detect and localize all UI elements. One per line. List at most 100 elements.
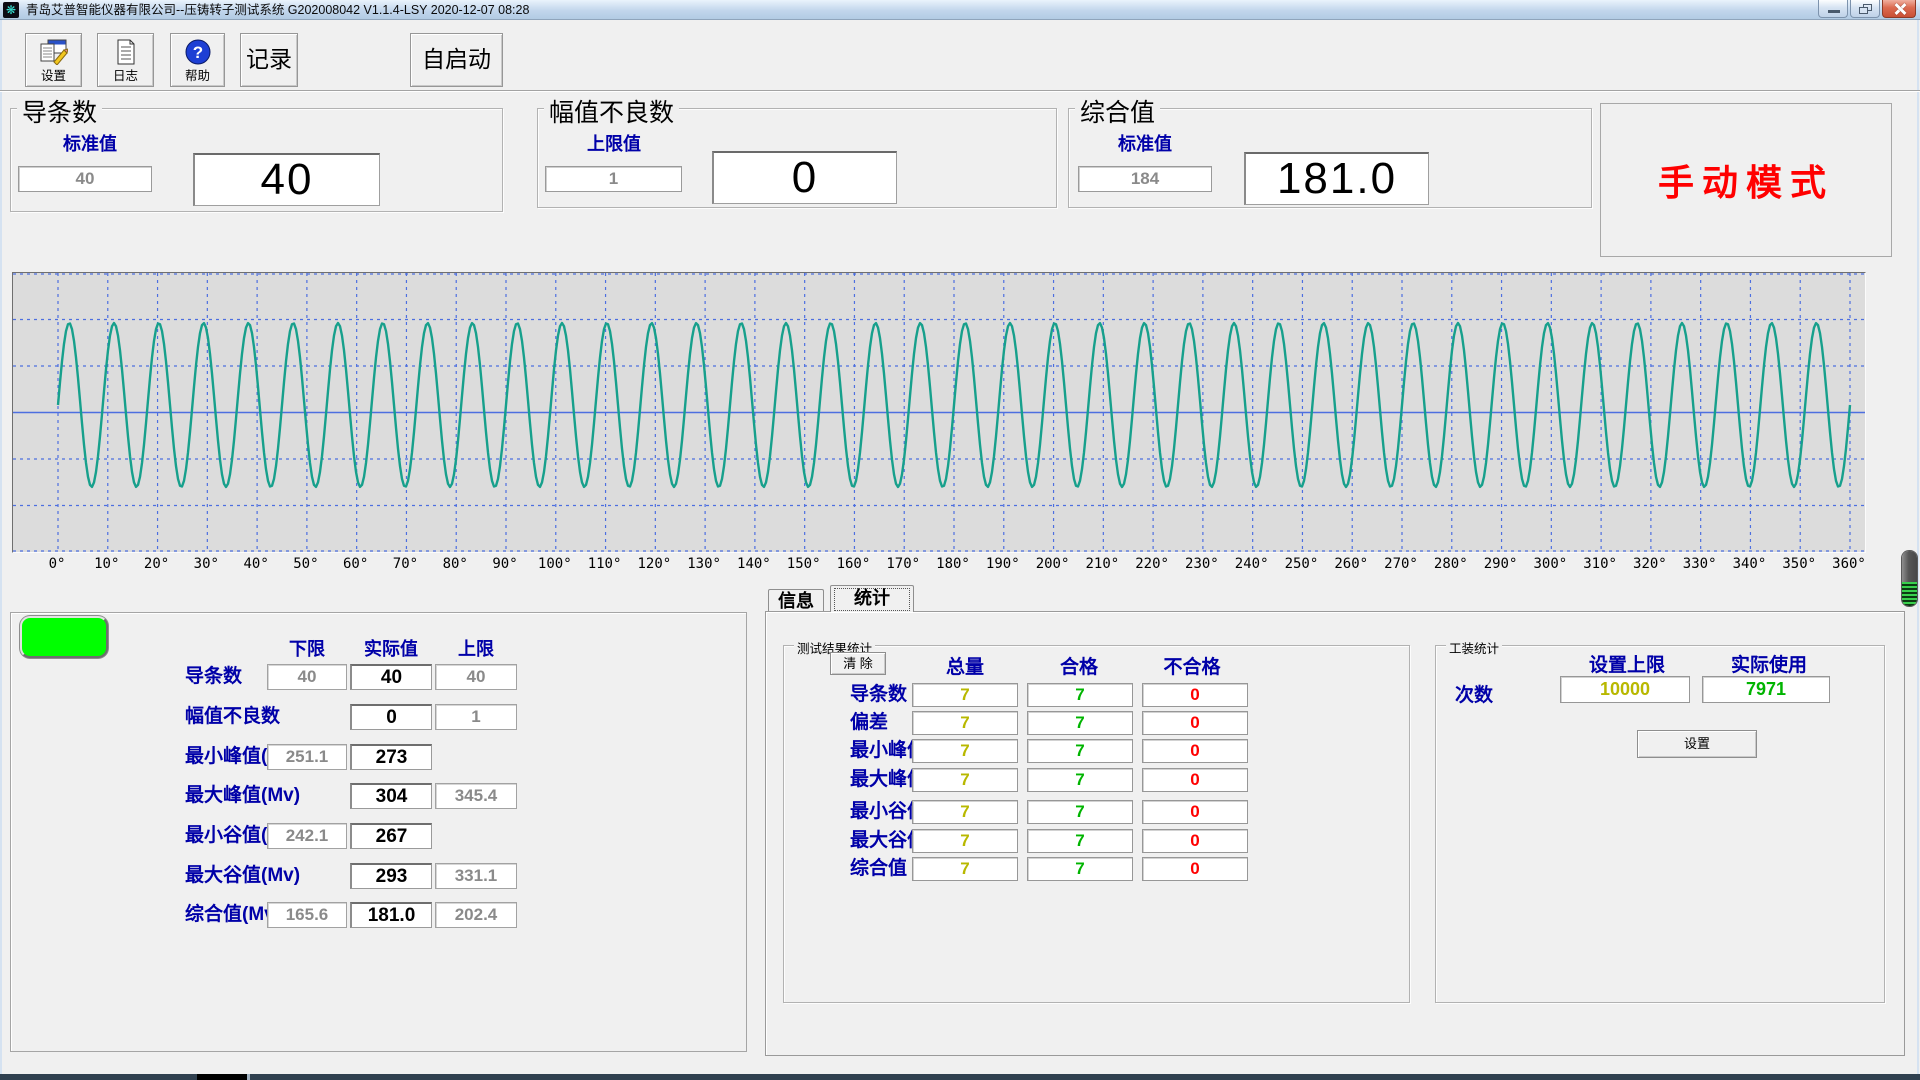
fail-count: 0 xyxy=(1142,711,1248,735)
composite-title: 综合值 xyxy=(1075,93,1160,129)
x-tick-label: 340° xyxy=(1733,556,1767,572)
fail-count: 0 xyxy=(1142,768,1248,792)
stats-row-label: 偏差 xyxy=(850,711,888,735)
x-tick-label: 320° xyxy=(1633,556,1667,572)
app-window: ❋ 青岛艾普智能仪器有限公司--压铸转子测试系统 G202008042 V1.1… xyxy=(0,0,1920,1080)
upper-limit-input[interactable]: 1 xyxy=(545,166,682,192)
minimize-icon xyxy=(1828,10,1840,13)
stats-row-label: 导条数 xyxy=(850,683,907,707)
clear-button[interactable]: 清 除 xyxy=(830,652,886,675)
pass-column-header: 合格 xyxy=(1060,652,1098,679)
x-tick-label: 120° xyxy=(637,556,671,572)
pass-count: 7 xyxy=(1027,768,1133,792)
x-tick-label: 110° xyxy=(588,556,622,572)
total-count: 7 xyxy=(912,711,1018,735)
x-tick-label: 130° xyxy=(687,556,721,572)
x-tick-label: 150° xyxy=(787,556,821,572)
taskbar-app-segment xyxy=(197,1074,247,1080)
actual-value-header: 实际值 xyxy=(364,635,418,661)
total-count: 7 xyxy=(912,829,1018,853)
bar-count-standard-label: 标准值 xyxy=(63,130,117,156)
x-tick-label: 260° xyxy=(1334,556,1368,572)
minimize-button[interactable] xyxy=(1818,0,1848,18)
x-tick-label: 230° xyxy=(1185,556,1219,572)
result-row: 综合值(Mv) 165.6 181.0 202.4 xyxy=(0,902,747,928)
window-titlebar[interactable]: ❋ 青岛艾普智能仪器有限公司--压铸转子测试系统 G202008042 V1.1… xyxy=(0,0,1920,20)
stats-row: 最小谷值 7 7 0 xyxy=(0,800,1920,824)
mode-banner: 手动模式 xyxy=(1601,154,1891,206)
tab-info[interactable]: 信息 xyxy=(768,589,824,612)
x-tick-label: 240° xyxy=(1235,556,1269,572)
actual-used-value: 7971 xyxy=(1702,676,1830,703)
x-tick-label: 310° xyxy=(1583,556,1617,572)
x-tick-label: 270° xyxy=(1384,556,1418,572)
bar-count-display: 40 xyxy=(193,153,380,206)
set-limit-header: 设置上限 xyxy=(1589,650,1665,677)
upper-limit-label: 上限值 xyxy=(587,130,641,156)
low-limit-value: 165.6 xyxy=(267,902,347,928)
amplitude-defect-title: 幅值不良数 xyxy=(544,93,679,129)
x-tick-label: 70° xyxy=(393,556,418,572)
pass-count: 7 xyxy=(1027,800,1133,824)
x-tick-label: 50° xyxy=(293,556,318,572)
total-count: 7 xyxy=(912,857,1018,881)
x-tick-label: 0° xyxy=(49,556,66,572)
waveform-chart xyxy=(12,272,1866,553)
autostart-button[interactable]: 自启动 xyxy=(410,33,503,87)
pass-count: 7 xyxy=(1027,739,1133,763)
close-button[interactable] xyxy=(1882,0,1916,18)
x-tick-label: 60° xyxy=(343,556,368,572)
composite-standard-input[interactable]: 184 xyxy=(1078,166,1212,192)
stats-row: 最小峰值 7 7 0 xyxy=(0,739,1920,763)
stats-row: 最大谷值 7 7 0 xyxy=(0,829,1920,853)
pass-count: 7 xyxy=(1027,829,1133,853)
taskbar-edge xyxy=(0,1074,1920,1080)
taskbar-separator xyxy=(247,1074,250,1080)
bar-count-title: 导条数 xyxy=(17,93,102,129)
fail-count: 0 xyxy=(1142,683,1248,707)
fail-count: 0 xyxy=(1142,857,1248,881)
total-count: 7 xyxy=(912,683,1018,707)
pass-count: 7 xyxy=(1027,857,1133,881)
x-tick-label: 160° xyxy=(837,556,871,572)
x-tick-label: 290° xyxy=(1484,556,1518,572)
tooling-set-button[interactable]: 设置 xyxy=(1637,730,1757,758)
x-tick-label: 180° xyxy=(936,556,970,572)
app-logo-icon: ❋ xyxy=(3,2,19,18)
x-tick-label: 220° xyxy=(1135,556,1169,572)
actual-used-header: 实际使用 xyxy=(1731,650,1807,677)
x-tick-label: 90° xyxy=(492,556,517,572)
stats-row: 综合值 7 7 0 xyxy=(0,857,1920,881)
x-tick-label: 170° xyxy=(886,556,920,572)
record-button[interactable]: 记录 xyxy=(240,33,298,87)
total-column-header: 总量 xyxy=(946,652,984,679)
tab-stats[interactable]: 统计 xyxy=(830,585,914,612)
high-limit-header: 上限 xyxy=(458,635,494,661)
bar-count-standard-input[interactable]: 40 xyxy=(18,166,152,192)
set-limit-value: 10000 xyxy=(1560,676,1690,703)
x-tick-label: 40° xyxy=(243,556,268,572)
mode-panel: 手动模式 xyxy=(1600,103,1892,257)
scroll-level-indicator[interactable] xyxy=(1901,550,1918,607)
stats-row-label: 综合值 xyxy=(850,857,907,881)
x-tick-label: 250° xyxy=(1285,556,1319,572)
help-button[interactable]: ? 帮助 xyxy=(170,33,225,87)
x-tick-label: 300° xyxy=(1533,556,1567,572)
x-tick-label: 140° xyxy=(737,556,771,572)
amplitude-defect-display: 0 xyxy=(712,151,897,204)
x-tick-label: 360° xyxy=(1832,556,1866,572)
log-button[interactable]: 日志 xyxy=(97,33,154,87)
fail-count: 0 xyxy=(1142,800,1248,824)
x-tick-label: 100° xyxy=(538,556,572,572)
settings-button[interactable]: 设置 xyxy=(25,33,82,87)
x-tick-label: 200° xyxy=(1036,556,1070,572)
restore-button[interactable] xyxy=(1850,0,1880,18)
x-tick-label: 280° xyxy=(1434,556,1468,572)
total-count: 7 xyxy=(912,800,1018,824)
close-icon xyxy=(1894,3,1906,15)
fail-column-header: 不合格 xyxy=(1163,652,1220,679)
low-limit-header: 下限 xyxy=(289,635,325,661)
usage-count-label: 次数 xyxy=(1455,680,1493,707)
level-stripes xyxy=(1902,582,1917,606)
x-tick-label: 20° xyxy=(144,556,169,572)
